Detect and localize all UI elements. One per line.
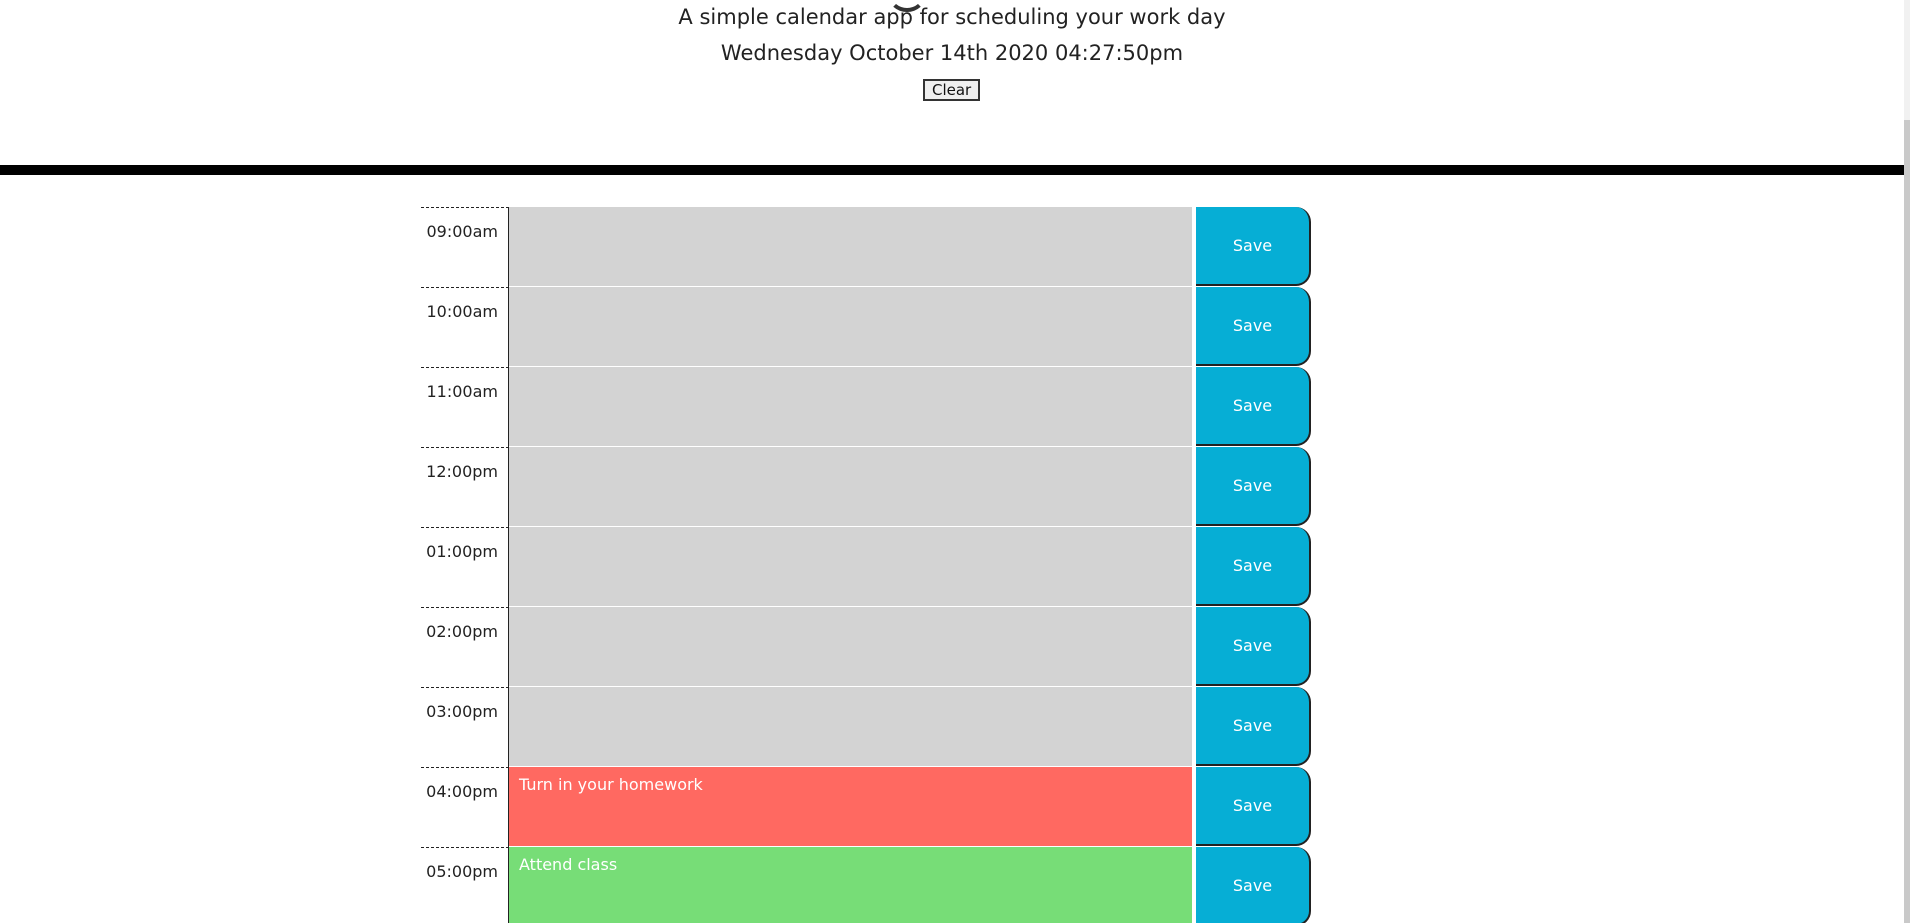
save-button[interactable]: Save [1196, 527, 1311, 606]
save-button[interactable]: Save [1196, 767, 1311, 846]
task-textarea[interactable] [509, 607, 1192, 687]
time-block-row: 01:00pm Save [421, 527, 1311, 607]
time-block-row: 04:00pm Turn in your homework Save [421, 767, 1311, 847]
hour-label: 11:00am [421, 367, 509, 447]
hour-label: 01:00pm [421, 527, 509, 607]
task-textarea[interactable] [509, 367, 1192, 447]
scrollbar-thumb[interactable] [1904, 120, 1910, 923]
hour-label: 02:00pm [421, 607, 509, 687]
hour-label: 09:00am [421, 207, 509, 287]
time-block-row: 09:00am Save [421, 207, 1311, 287]
vertical-scrollbar[interactable] [1904, 0, 1910, 923]
time-block-row: 10:00am Save [421, 287, 1311, 367]
task-textarea[interactable] [509, 687, 1192, 767]
app-lead-text: A simple calendar app for scheduling you… [678, 5, 1226, 29]
time-block-row: 11:00am Save [421, 367, 1311, 447]
time-block-row: 02:00pm Save [421, 607, 1311, 687]
hour-label: 05:00pm [421, 847, 509, 923]
page: A simple calendar app for scheduling you… [0, 0, 1910, 923]
task-textarea[interactable] [509, 527, 1192, 607]
hour-label: 10:00am [421, 287, 509, 367]
hour-label: 04:00pm [421, 767, 509, 847]
save-button[interactable]: Save [1196, 847, 1311, 923]
task-textarea[interactable]: Turn in your homework [509, 767, 1192, 847]
save-button[interactable]: Save [1196, 447, 1311, 526]
save-button[interactable]: Save [1196, 367, 1311, 446]
save-button[interactable]: Save [1196, 687, 1311, 766]
save-button[interactable]: Save [1196, 207, 1311, 286]
hour-planner: 09:00am Save 10:00am Save 11:00am Save 12:00pm… [421, 207, 1311, 923]
hour-label: 12:00pm [421, 447, 509, 527]
task-textarea[interactable]: Attend class [509, 847, 1192, 923]
time-block-row: 03:00pm Save [421, 687, 1311, 767]
save-button[interactable]: Save [1196, 287, 1311, 366]
current-day: Wednesday October 14th 2020 04:27:50pm [720, 41, 1184, 65]
save-button[interactable]: Save [1196, 607, 1311, 686]
task-textarea[interactable] [509, 447, 1192, 527]
clear-button[interactable]: Clear [923, 79, 981, 101]
task-textarea[interactable] [509, 207, 1192, 287]
header-divider [0, 165, 1904, 175]
task-textarea[interactable] [509, 287, 1192, 367]
hour-label: 03:00pm [421, 687, 509, 767]
jumbotron-header: A simple calendar app for scheduling you… [0, 0, 1904, 165]
time-block-row: 05:00pm Attend class Save [421, 847, 1311, 923]
time-block-row: 12:00pm Save [421, 447, 1311, 527]
